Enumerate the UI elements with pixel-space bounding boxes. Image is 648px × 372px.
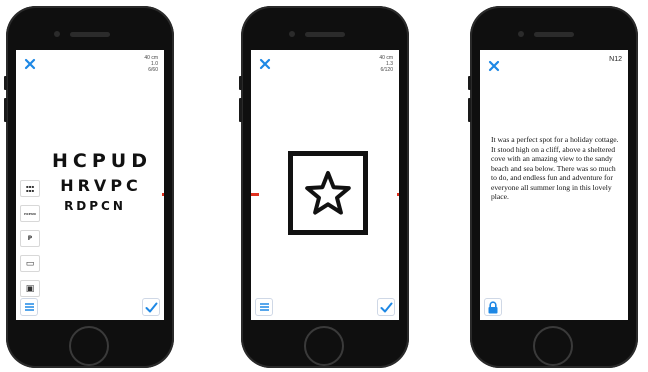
close-icon (488, 60, 500, 72)
size-tools: ▪▪▪ ▪▪▪ HCPUD P ▭ ▣ (20, 180, 42, 305)
close-icon (259, 58, 271, 70)
side-button (4, 98, 7, 122)
side-button (4, 76, 7, 90)
tool-single-letter[interactable]: P (20, 230, 40, 247)
menu-icon (24, 303, 34, 311)
menu-button[interactable] (20, 298, 38, 316)
side-button (468, 76, 471, 90)
speaker-grille (70, 32, 110, 37)
phone-letter-chart: 40 cm 1.0 6/60 HCPUD HRVPC RDPCN ▪▪▪ ▪▪▪ … (4, 6, 174, 368)
screen: 40 cm 1.3 6/120 (251, 50, 399, 320)
home-button[interactable] (304, 326, 344, 366)
side-button (239, 76, 242, 90)
reading-passage: It was a perfect spot for a holiday cott… (491, 135, 619, 201)
confirm-button[interactable] (142, 298, 160, 316)
test-info: 40 cm 1.0 6/60 (144, 55, 158, 73)
close-button[interactable] (21, 55, 39, 73)
reading-level-label: N12 (609, 56, 622, 63)
side-button (239, 98, 242, 122)
close-button[interactable] (256, 55, 274, 73)
phone-star-target: 40 cm 1.3 6/120 (239, 6, 409, 368)
tool-letter-block[interactable]: ▪▪▪ ▪▪▪ (20, 180, 40, 197)
speaker-grille (305, 32, 345, 37)
lock-button[interactable] (484, 298, 502, 316)
tool-tumbling-e[interactable]: ▭ (20, 255, 40, 272)
home-button[interactable] (69, 326, 109, 366)
speaker-grille (534, 32, 574, 37)
tool-text-line[interactable]: HCPUD (20, 205, 40, 222)
star-target-frame (288, 151, 368, 235)
acuity-label: 6/60 (148, 67, 158, 73)
screen: 40 cm 1.0 6/60 HCPUD HRVPC RDPCN ▪▪▪ ▪▪▪ … (16, 50, 164, 320)
close-icon (24, 58, 36, 70)
front-camera (289, 31, 295, 37)
chart-row-1: HCPUD (52, 150, 152, 172)
size-marker-right (162, 193, 164, 196)
star-icon (305, 171, 351, 215)
menu-icon (259, 303, 269, 311)
front-camera (518, 31, 524, 37)
home-button[interactable] (533, 326, 573, 366)
confirm-button[interactable] (377, 298, 395, 316)
tool-picture[interactable]: ▣ (20, 280, 40, 297)
side-button (468, 98, 471, 122)
size-marker-left (251, 193, 259, 196)
size-marker-right (397, 193, 399, 196)
check-icon (380, 302, 392, 312)
check-icon (145, 302, 157, 312)
menu-button[interactable] (255, 298, 273, 316)
front-camera (54, 31, 60, 37)
close-button[interactable] (485, 57, 503, 75)
lock-icon (488, 300, 498, 313)
test-info: 40 cm 1.3 6/120 (379, 55, 393, 73)
acuity-label: 6/120 (380, 67, 393, 73)
screen: N12 It was a perfect spot for a holiday … (480, 50, 628, 320)
phone-reading-text: N12 It was a perfect spot for a holiday … (468, 6, 638, 368)
